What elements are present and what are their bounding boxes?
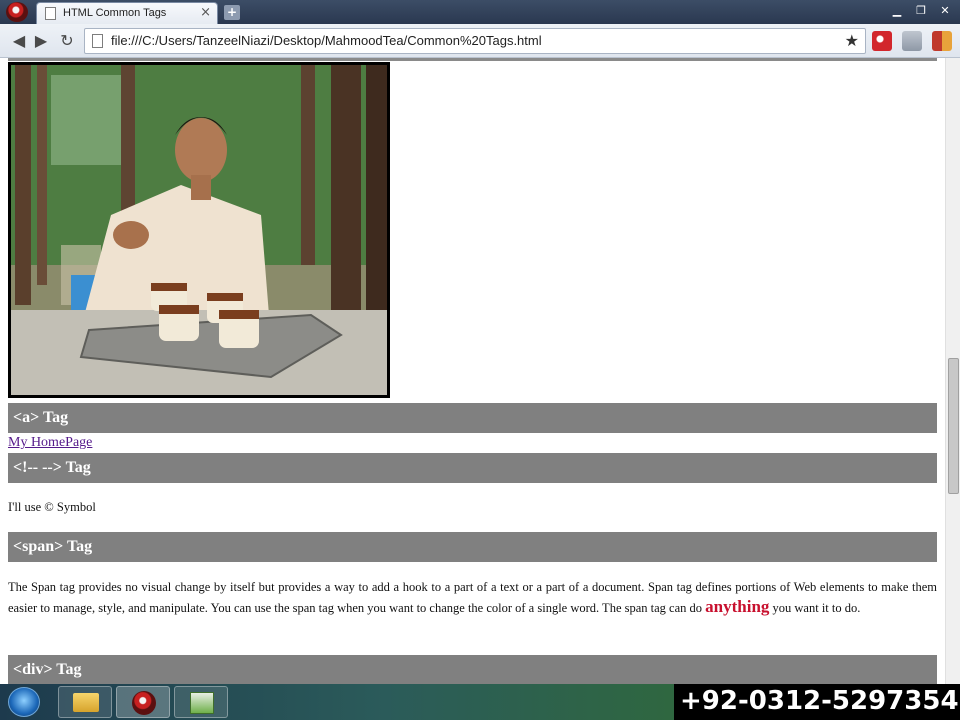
phone-number-overlay: +92-0312-5297354 bbox=[674, 684, 960, 720]
highlighted-word: anything bbox=[705, 597, 770, 616]
taskbar-explorer-button[interactable] bbox=[58, 686, 112, 718]
symbol-text: I'll use © Symbol bbox=[8, 500, 96, 514]
tab-title: HTML Common Tags bbox=[63, 7, 167, 19]
url-text[interactable]: file:///C:/Users/TanzeelNiazi/Desktop/Ma… bbox=[111, 33, 542, 48]
title-bar: HTML Common Tags × + ▁ ❐ ✕ bbox=[0, 0, 960, 24]
section-header-span-tag: <span> Tag bbox=[8, 532, 937, 562]
browser-toolbar: ◀ ▶ ↻ file:///C:/Users/TanzeelNiazi/Desk… bbox=[0, 24, 960, 58]
close-window-button[interactable]: ✕ bbox=[936, 3, 954, 19]
taskbar-media-button[interactable] bbox=[174, 686, 228, 718]
share-extension-icon[interactable] bbox=[902, 31, 922, 51]
browser-icon bbox=[132, 691, 156, 715]
app-menu-icon[interactable] bbox=[6, 2, 28, 22]
span-paragraph: The Span tag provides no visual change b… bbox=[8, 578, 937, 618]
address-bar[interactable]: file:///C:/Users/TanzeelNiazi/Desktop/Ma… bbox=[84, 28, 866, 54]
section-header-bottom-edge bbox=[8, 58, 937, 61]
section-header-comment-tag: <!-- --> Tag bbox=[8, 453, 937, 483]
bookmark-star-icon[interactable]: ★ bbox=[845, 31, 859, 50]
section-header-a-tag: <a> Tag bbox=[8, 403, 937, 433]
back-button[interactable]: ◀ bbox=[8, 30, 30, 52]
windows-start-icon[interactable] bbox=[8, 687, 40, 717]
tab-html-common-tags[interactable]: HTML Common Tags × bbox=[36, 2, 218, 24]
page-viewport: <a> Tag My HomePage <!-- --> Tag I'll us… bbox=[0, 58, 945, 684]
tea-photo bbox=[8, 62, 390, 398]
homepage-link[interactable]: My HomePage bbox=[8, 435, 92, 451]
scrollbar-thumb[interactable] bbox=[948, 358, 959, 494]
taskbar-browser-button[interactable] bbox=[116, 686, 170, 718]
span-paragraph-end: you want it to do. bbox=[769, 601, 861, 615]
new-tab-button[interactable]: + bbox=[224, 5, 240, 20]
page-icon bbox=[45, 7, 56, 20]
search-extension-icon[interactable] bbox=[872, 31, 892, 51]
media-extension-icon[interactable] bbox=[932, 31, 952, 51]
section-header-div-tag: <div> Tag bbox=[8, 655, 937, 684]
forward-button[interactable]: ▶ bbox=[30, 30, 52, 52]
media-icon bbox=[190, 692, 214, 714]
vertical-scrollbar[interactable] bbox=[945, 58, 960, 684]
page-icon bbox=[92, 34, 103, 48]
minimize-button[interactable]: ▁ bbox=[888, 3, 906, 19]
reload-button[interactable]: ↻ bbox=[56, 30, 78, 52]
folder-icon bbox=[73, 693, 99, 712]
tab-close-button[interactable]: × bbox=[200, 5, 211, 20]
restore-button[interactable]: ❐ bbox=[912, 3, 930, 19]
